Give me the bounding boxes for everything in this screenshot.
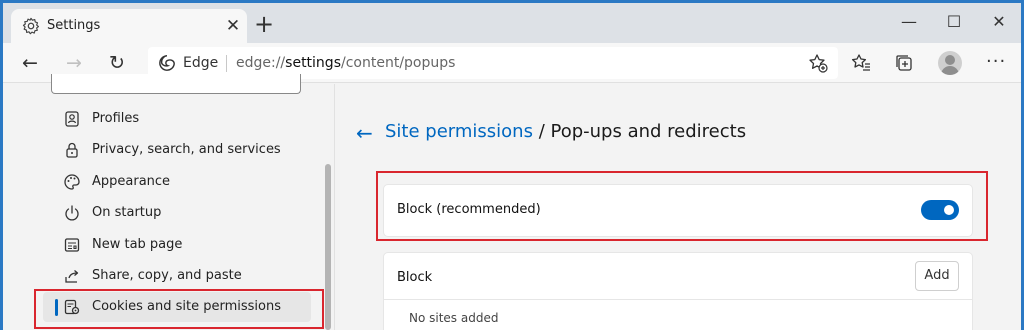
sidebar-item-label: Profiles <box>92 111 140 126</box>
breadcrumb-separator: / <box>532 121 551 142</box>
sidebar-item-label: On startup <box>92 205 162 220</box>
profile-avatar[interactable] <box>938 51 962 75</box>
address-separator <box>226 55 227 72</box>
page-title: Site permissions / Pop-ups and redirects <box>385 121 746 142</box>
collections-icon[interactable] <box>894 53 914 73</box>
sidebar-item-new-tab-page[interactable]: New tab page <box>43 230 311 260</box>
close-window-button[interactable]: ✕ <box>979 9 1019 35</box>
forward-button[interactable]: → <box>61 51 87 75</box>
browser-window: Settings ✕ + — ☐ ✕ ← → ↻ Edge edge://set… <box>0 0 1024 330</box>
sidebar-item-label: Privacy, search, and services <box>92 142 281 157</box>
power-icon <box>65 205 79 221</box>
settings-search-input[interactable] <box>51 74 301 94</box>
list-divider <box>384 299 972 300</box>
new-tab-button[interactable]: + <box>253 12 275 36</box>
gear-icon <box>22 17 40 35</box>
highlight-box-cookies-item <box>34 289 324 329</box>
minimize-button[interactable]: — <box>889 9 929 35</box>
tab-title: Settings <box>47 18 101 33</box>
url-text[interactable]: edge://settings/content/popups <box>236 55 455 71</box>
sidebar-item-privacy[interactable]: Privacy, search, and services <box>43 135 311 165</box>
breadcrumb-site-permissions-link[interactable]: Site permissions <box>385 121 533 142</box>
page-title-text: Pop-ups and redirects <box>550 121 747 142</box>
favorites-icon[interactable] <box>851 53 871 73</box>
block-list-title: Block <box>397 270 433 285</box>
profile-icon <box>65 111 79 127</box>
add-favorite-icon[interactable] <box>808 53 828 73</box>
palette-icon <box>64 174 80 190</box>
title-bar: Settings ✕ + — ☐ ✕ <box>3 3 1021 43</box>
sidebar-item-label: New tab page <box>92 237 183 252</box>
refresh-button[interactable]: ↻ <box>104 51 130 75</box>
sidebar-item-share-copy-paste[interactable]: Share, copy, and paste <box>43 261 311 291</box>
new-tab-page-icon <box>64 238 80 252</box>
highlight-box-block-toggle <box>376 171 988 241</box>
sidebar-item-label: Share, copy, and paste <box>92 268 242 283</box>
maximize-button[interactable]: ☐ <box>934 9 974 35</box>
tab-close-button[interactable]: ✕ <box>223 16 243 36</box>
sidebar-item-on-startup[interactable]: On startup <box>43 198 311 228</box>
share-icon <box>65 270 79 283</box>
sidebar-item-appearance[interactable]: Appearance <box>43 167 311 197</box>
edge-label: Edge <box>183 55 219 71</box>
back-arrow-icon[interactable]: ← <box>356 121 373 145</box>
lock-icon <box>66 142 78 158</box>
sidebar-item-label: Appearance <box>92 174 171 189</box>
tab-settings[interactable]: Settings ✕ <box>11 9 247 43</box>
edge-logo-icon <box>159 55 175 71</box>
back-button[interactable]: ← <box>17 51 43 75</box>
sidebar-item-profiles[interactable]: Profiles <box>43 104 311 134</box>
sidebar-scrollbar[interactable] <box>325 164 331 330</box>
more-options-button[interactable]: ··· <box>986 51 1006 72</box>
block-list-card: Block Add No sites added <box>384 253 972 330</box>
block-list-empty-text: No sites added <box>409 311 499 325</box>
add-blocked-site-button[interactable]: Add <box>915 261 959 291</box>
